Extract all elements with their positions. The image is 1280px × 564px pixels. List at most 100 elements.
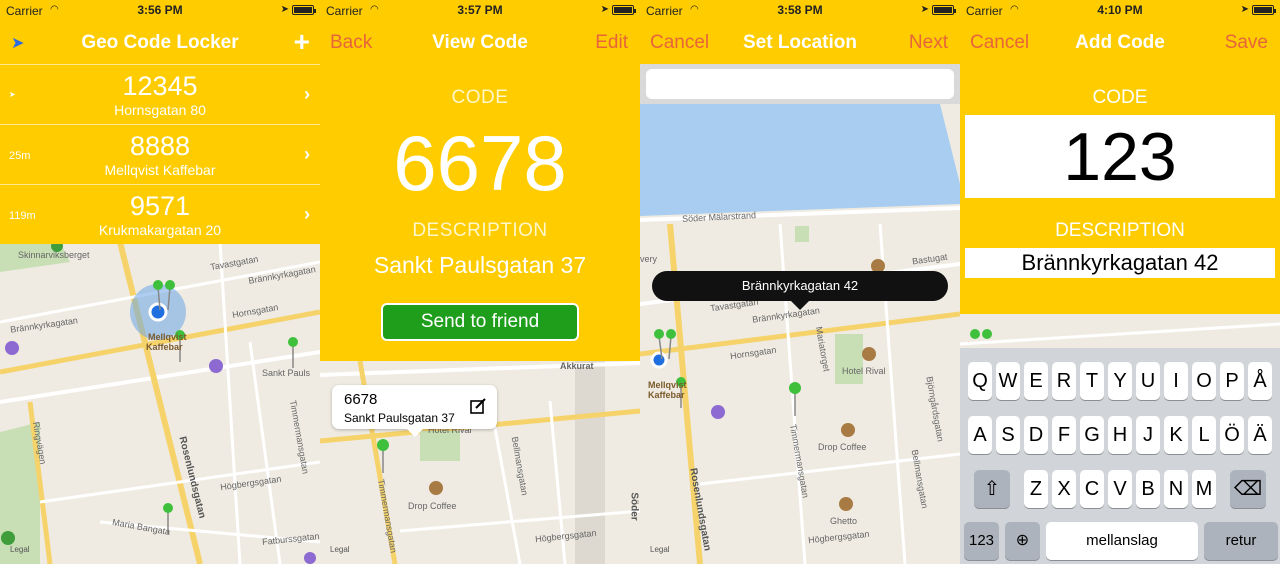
map-streets (0, 242, 320, 564)
row-code: 9571 (129, 191, 191, 221)
key[interactable]: Z (1024, 470, 1048, 508)
keyboard-row-1: QWERTYUIOPÅ (960, 362, 1280, 400)
edit-button[interactable]: Edit (595, 32, 628, 54)
legal-link[interactable]: Legal (330, 545, 350, 554)
map-label: Akkurat (560, 361, 594, 371)
legal-link[interactable]: Legal (10, 545, 30, 554)
list-item[interactable]: 119m 9571 Krukmakargatan 20 › (0, 184, 320, 244)
return-key[interactable]: retur (1204, 522, 1278, 560)
callout-code: 6678 (344, 391, 378, 408)
keyboard-row-2: ASDFGHJKLÖÄ (960, 416, 1280, 454)
screen-set-location: Söder Mälarstrand very Bastugat Tavastga… (640, 0, 960, 564)
key[interactable]: Ö (1220, 416, 1244, 454)
status-time: 3:57 PM (457, 3, 503, 17)
key[interactable]: Å (1248, 362, 1272, 400)
key[interactable]: V (1108, 470, 1132, 508)
row-desc: Krukmakargatan 20 (98, 222, 222, 238)
map-view[interactable]: Akkurat Hotel Rival Drop Coffee Bellmans… (320, 361, 640, 564)
map-label: Skinnarviksberget (18, 250, 90, 260)
next-button[interactable]: Next (909, 32, 948, 54)
map-label: Drop Coffee (408, 501, 457, 511)
key[interactable]: W (996, 362, 1020, 400)
list-item[interactable]: ➤ 12345 Hornsgatan 80 › (0, 64, 320, 124)
shift-key[interactable]: ⇧ (974, 470, 1010, 508)
search-input[interactable] (646, 69, 954, 99)
key[interactable]: M (1192, 470, 1216, 508)
status-bar: Carrier ◠ 3:57 PM ➤ (320, 0, 640, 20)
location-arrow-icon: ➤ (600, 4, 609, 15)
code-detail-panel: CODE 6678 DESCRIPTION Sankt Paulsgatan 3… (320, 64, 640, 361)
key[interactable]: C (1080, 470, 1104, 508)
search-bar (640, 64, 960, 104)
nav-title: Geo Code Locker (81, 32, 239, 53)
battery-icon (1252, 4, 1276, 15)
screen-view-code: Akkurat Hotel Rival Drop Coffee Bellmans… (320, 0, 640, 564)
map-view[interactable]: Söder Mälarstrand very Bastugat Tavastga… (640, 104, 960, 564)
description-label: DESCRIPTION (412, 220, 548, 241)
list-item[interactable]: 25m 8888 Mellqvist Kaffebar › (0, 124, 320, 184)
key[interactable]: S (996, 416, 1020, 454)
key[interactable]: G (1080, 416, 1104, 454)
legal-link[interactable]: Legal (650, 545, 670, 554)
status-time: 4:10 PM (1097, 3, 1143, 17)
battery-icon (292, 4, 316, 15)
key[interactable]: N (1164, 470, 1188, 508)
key[interactable]: A (968, 416, 992, 454)
battery-icon (612, 4, 636, 15)
save-button[interactable]: Save (1225, 32, 1268, 54)
location-callout[interactable]: Brännkyrkagatan 42 (652, 271, 948, 310)
status-time: 3:56 PM (137, 3, 183, 17)
map-label: Mellqvist (648, 380, 687, 390)
row-desc: Hornsgatan 80 (114, 102, 206, 118)
key[interactable]: U (1136, 362, 1160, 400)
key[interactable]: H (1108, 416, 1132, 454)
pin-callout[interactable]: 6678 Sankt Paulsgatan 37 (332, 385, 497, 437)
key[interactable]: X (1052, 470, 1076, 508)
globe-icon[interactable]: ⊕ (1005, 522, 1040, 560)
key[interactable]: P (1220, 362, 1244, 400)
key[interactable]: E (1024, 362, 1048, 400)
key[interactable]: O (1192, 362, 1216, 400)
add-button[interactable]: + (294, 26, 310, 58)
code-label: CODE (451, 87, 509, 108)
nav-bar: ➤ Geo Code Locker + (0, 20, 320, 64)
map-view[interactable]: Skinnarviksberget Tavastgatan Brännkyrka… (0, 242, 320, 564)
key[interactable]: J (1136, 416, 1160, 454)
edit-icon[interactable] (469, 397, 487, 415)
description-input[interactable] (965, 248, 1275, 278)
key[interactable]: I (1164, 362, 1188, 400)
keyboard: QWERTYUIOPÅ ASDFGHJKLÖÄ ⇧ ZXCVBNM ⌫ 123 … (960, 348, 1280, 564)
space-key[interactable]: mellanslag (1046, 522, 1198, 560)
key[interactable]: Y (1108, 362, 1132, 400)
row-code: 12345 (122, 71, 198, 101)
key[interactable]: K (1164, 416, 1188, 454)
location-arrow-icon: ➤ (1240, 4, 1249, 15)
key[interactable]: Q (968, 362, 992, 400)
location-arrow-icon: ➤ (280, 4, 289, 15)
key[interactable]: Ä (1248, 416, 1272, 454)
map-label: Sankt Pauls (262, 368, 311, 378)
nav-bar: Cancel Add Code Save (960, 20, 1280, 64)
screen-add-code: Carrier ◠ 4:10 PM ➤ Cancel Add Code Save … (960, 0, 1280, 564)
row-desc: Mellqvist Kaffebar (104, 162, 216, 178)
key[interactable]: B (1136, 470, 1160, 508)
nav-bar: Back View Code Edit (320, 20, 640, 64)
key[interactable]: F (1052, 416, 1076, 454)
code-label: CODE (1092, 87, 1148, 108)
code-input[interactable] (965, 115, 1275, 198)
map-label: Kaffebar (146, 342, 183, 352)
map-label: Ghetto (830, 516, 858, 526)
key[interactable]: D (1024, 416, 1048, 454)
add-code-form: CODE DESCRIPTION (960, 64, 1280, 314)
keyboard-row-4: 123 ⊕ mellanslag retur (960, 522, 1280, 560)
numbers-key[interactable]: 123 (964, 522, 999, 560)
backspace-key[interactable]: ⌫ (1230, 470, 1266, 508)
key[interactable]: L (1192, 416, 1216, 454)
key[interactable]: T (1080, 362, 1104, 400)
screen-geo-code-locker: Skinnarviksberget Tavastgatan Brännkyrka… (0, 0, 320, 564)
status-time: 3:58 PM (777, 3, 823, 17)
send-to-friend-button[interactable]: Send to friend (381, 303, 579, 341)
chevron-right-icon: › (304, 204, 310, 224)
key[interactable]: R (1052, 362, 1076, 400)
location-arrow-icon: ➤ (920, 4, 929, 15)
